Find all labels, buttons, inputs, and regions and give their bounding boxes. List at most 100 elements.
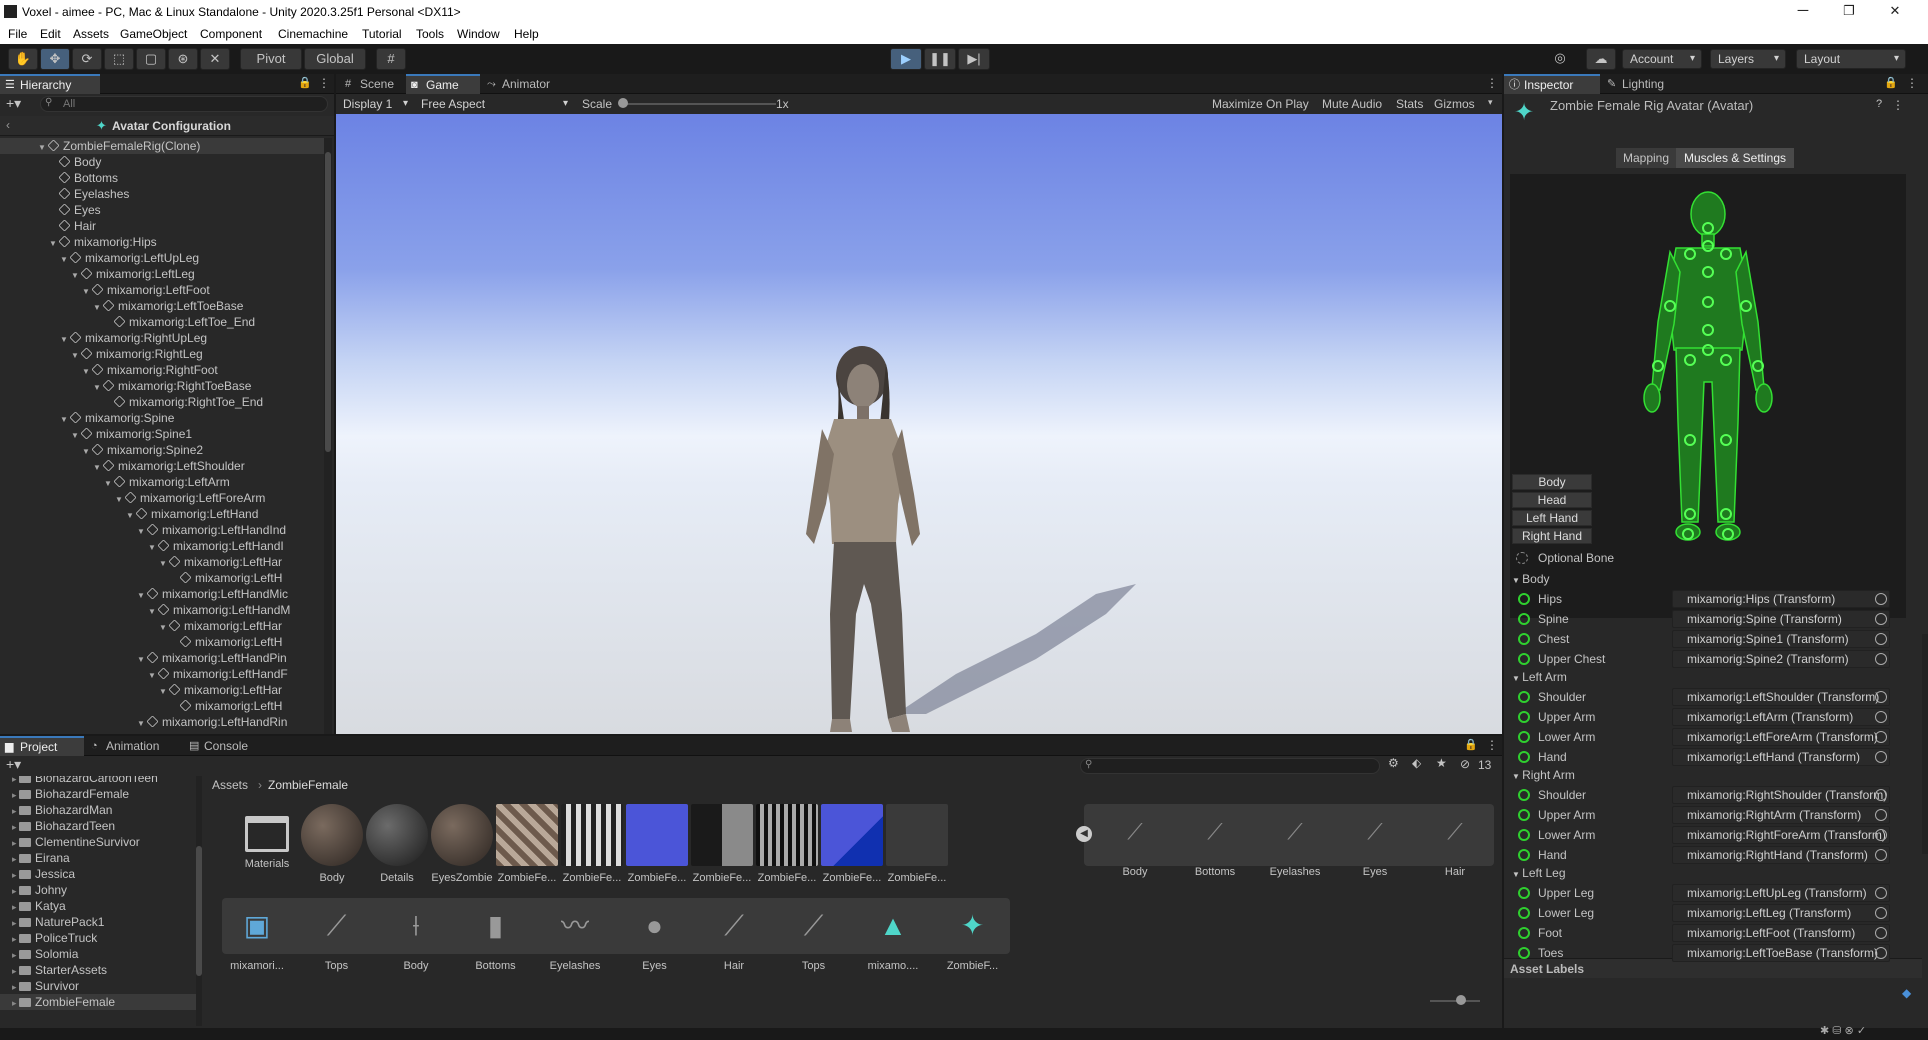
expand-arrow-icon[interactable]: ▼ <box>148 668 158 684</box>
scale-slider-track[interactable] <box>620 103 776 105</box>
back-arrow-icon[interactable]: ‹ <box>6 118 10 132</box>
expand-arrow-icon[interactable]: ▼ <box>71 348 81 364</box>
object-picker-icon[interactable] <box>1875 789 1887 801</box>
tab-console[interactable]: ▤ Console <box>184 736 264 756</box>
create-plus-icon[interactable]: +▾ <box>6 95 21 112</box>
object-picker-icon[interactable] <box>1875 927 1887 939</box>
asset-tile[interactable]: ⟋ Tops <box>302 898 372 972</box>
body-button[interactable]: Body <box>1512 474 1592 490</box>
folder-expand-icon[interactable]: ▸ <box>12 838 19 848</box>
breadcrumb-assets[interactable]: Assets <box>212 778 248 792</box>
folder-expand-icon[interactable]: ▸ <box>12 902 19 912</box>
expand-arrow-icon[interactable]: ▼ <box>148 540 158 556</box>
scale-tool-icon[interactable]: ⬚ <box>104 48 134 70</box>
asset-tile[interactable]: 〰 Eyelashes <box>540 898 610 972</box>
object-picker-icon[interactable] <box>1875 751 1887 763</box>
scale-slider-handle[interactable] <box>618 98 628 108</box>
folder-expand-icon[interactable]: ▸ <box>12 998 19 1008</box>
collab-icon[interactable]: ◎ <box>1546 48 1574 70</box>
inspector-lock-icon[interactable]: 🔒 <box>1884 76 1898 89</box>
folder-expand-icon[interactable]: ▸ <box>12 822 19 832</box>
muscles-tab[interactable]: Muscles & Settings <box>1676 148 1794 168</box>
asset-tile[interactable]: ZombieFe... <box>882 804 952 884</box>
folder-expand-icon[interactable]: ▸ <box>12 918 19 928</box>
expand-arrow-icon[interactable]: ▼ <box>159 620 169 636</box>
folder-row[interactable]: ▸ BiohazardMan <box>12 802 112 818</box>
expand-arrow-icon[interactable]: ▼ <box>104 476 114 492</box>
project-menu-icon[interactable]: ⋮ <box>1486 738 1498 752</box>
expand-arrow-icon[interactable]: ▼ <box>137 588 147 604</box>
stats-toggle[interactable]: Stats <box>1396 97 1423 111</box>
menu-tutorial[interactable]: Tutorial <box>362 27 402 41</box>
hierarchy-row[interactable]: mixamorig:LeftToe_End <box>104 314 255 330</box>
expand-arrow-icon[interactable]: ▼ <box>93 380 103 396</box>
layers-dropdown[interactable]: Layers <box>1710 49 1786 69</box>
hierarchy-row[interactable]: mixamorig:LeftH <box>170 634 282 650</box>
step-button[interactable]: ▶| <box>958 48 990 70</box>
project-create-icon[interactable]: +▾ <box>6 756 21 773</box>
folder-row[interactable]: ▸ Jessica <box>12 866 75 882</box>
right-hand-button[interactable]: Right Hand <box>1512 528 1592 544</box>
menu-component[interactable]: Component <box>200 27 262 41</box>
folder-expand-icon[interactable]: ▸ <box>12 854 19 864</box>
hierarchy-row[interactable]: Eyelashes <box>49 186 129 202</box>
tab-animator[interactable]: ⤳ Animator <box>482 74 572 94</box>
folder-expand-icon[interactable]: ▸ <box>12 966 19 976</box>
asset-tile[interactable]: ZombieFe... <box>687 804 757 884</box>
hierarchy-row[interactable]: ▼ mixamorig:LeftHandRin <box>137 714 287 730</box>
hierarchy-row[interactable]: ▼ mixamorig:LeftHandInd <box>137 522 286 538</box>
move-tool-icon[interactable]: ✥ <box>40 48 70 70</box>
head-button[interactable]: Head <box>1512 492 1592 508</box>
mute-audio-toggle[interactable]: Mute Audio <box>1322 97 1382 111</box>
bone-transform-field[interactable]: mixamorig:LeftArm (Transform) <box>1672 708 1890 726</box>
hierarchy-row[interactable]: ▼ mixamorig:LeftFoot <box>82 282 210 298</box>
folder-row[interactable]: ▸ StarterAssets <box>12 962 107 978</box>
folder-expand-icon[interactable]: ▸ <box>12 950 19 960</box>
favorites-star-icon[interactable]: ★ <box>1436 756 1447 770</box>
mapping-tab[interactable]: Mapping <box>1616 148 1676 168</box>
hierarchy-row[interactable]: ▼ mixamorig:Spine <box>60 410 174 426</box>
hierarchy-row[interactable]: ▼ mixamorig:LeftArm <box>104 474 230 490</box>
game-menu-icon[interactable]: ⋮ <box>1486 76 1498 90</box>
bone-transform-field[interactable]: mixamorig:RightShoulder (Transform) <box>1672 786 1890 804</box>
inspector-menu-icon[interactable]: ⋮ <box>1906 76 1918 90</box>
expand-arrow-icon[interactable]: ▼ <box>38 140 48 156</box>
object-picker-icon[interactable] <box>1875 633 1887 645</box>
hierarchy-row[interactable]: Body <box>49 154 101 170</box>
group-expand-icon[interactable]: ▼ <box>1512 576 1522 585</box>
expand-arrow-icon[interactable]: ▼ <box>159 556 169 572</box>
expand-arrow-icon[interactable]: ▼ <box>71 428 81 444</box>
tab-game[interactable]: ◙ Game <box>406 74 480 94</box>
asset-tile[interactable]: Body <box>297 804 367 884</box>
asset-tile[interactable]: ⟋ Tops <box>779 898 849 972</box>
hidden-packages-icon[interactable]: ⊘ <box>1460 757 1470 771</box>
aspect-dropdown[interactable]: Free Aspect <box>414 95 574 113</box>
tab-animation[interactable]: ◔ Animation <box>86 736 182 756</box>
hierarchy-row[interactable]: ▼ mixamorig:RightUpLeg <box>60 330 207 346</box>
asset-tile[interactable]: ZombieFe... <box>492 804 562 884</box>
bone-transform-field[interactable]: mixamorig:LeftHand (Transform) <box>1672 748 1890 766</box>
object-picker-icon[interactable] <box>1875 809 1887 821</box>
expand-arrow-icon[interactable]: ▼ <box>137 652 147 668</box>
folder-expand-icon[interactable]: ▸ <box>12 886 19 896</box>
folder-row[interactable]: ▸ ClementineSurvivor <box>12 834 140 850</box>
hierarchy-row[interactable]: ▼ mixamorig:Spine1 <box>71 426 192 442</box>
menu-window[interactable]: Window <box>457 27 500 41</box>
tab-hierarchy[interactable]: ☰ Hierarchy <box>0 74 100 94</box>
close-button[interactable]: ✕ <box>1872 0 1918 24</box>
maximize-button[interactable]: ❐ <box>1826 0 1872 24</box>
bone-group-header[interactable]: ▼ Left Arm <box>1512 670 1567 684</box>
asset-tile[interactable]: Details <box>362 804 432 884</box>
gizmos-dropdown[interactable]: Gizmos <box>1434 97 1475 111</box>
hierarchy-row[interactable]: ▼ mixamorig:LeftHandMic <box>137 586 288 602</box>
expand-arrow-icon[interactable]: ▼ <box>93 460 103 476</box>
menu-gameobject[interactable]: GameObject <box>120 27 187 41</box>
object-picker-icon[interactable] <box>1875 593 1887 605</box>
object-picker-icon[interactable] <box>1875 887 1887 899</box>
bone-transform-field[interactable]: mixamorig:LeftLeg (Transform) <box>1672 904 1890 922</box>
bone-transform-field[interactable]: mixamorig:RightHand (Transform) <box>1672 846 1890 864</box>
asset-tile[interactable]: ▣ mixamori... <box>222 898 292 972</box>
hierarchy-row[interactable]: Hair <box>49 218 96 234</box>
bone-transform-field[interactable]: mixamorig:RightForeArm (Transform) <box>1672 826 1890 844</box>
bone-group-header[interactable]: ▼ Body <box>1512 572 1550 586</box>
